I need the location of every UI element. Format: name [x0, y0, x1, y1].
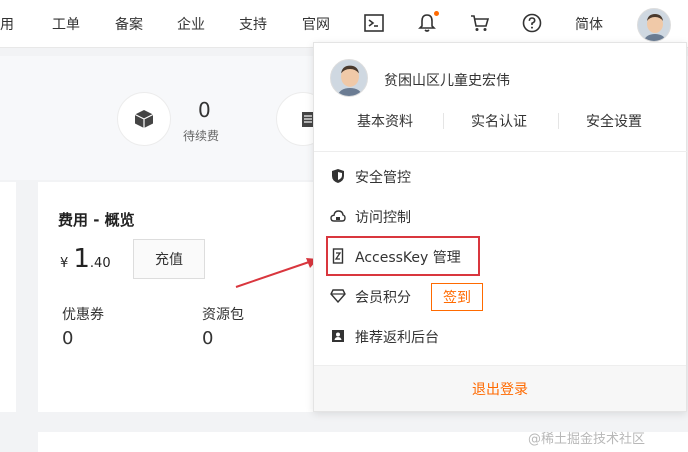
security-settings-link[interactable]: 安全设置 — [586, 111, 642, 131]
link-separator — [558, 113, 559, 129]
checkin-button[interactable]: 签到 — [431, 283, 483, 311]
logout-button[interactable]: 退出登录 — [472, 379, 528, 399]
real-name-auth-link[interactable]: 实名认证 — [471, 111, 527, 131]
dropdown-footer: 退出登录 — [314, 365, 686, 411]
diamond-icon — [330, 288, 346, 304]
menu-label: 推荐返利后台 — [355, 330, 439, 346]
referral-icon — [330, 328, 346, 344]
dropdown-divider — [314, 151, 688, 152]
menu-label: 会员积分 — [355, 290, 411, 306]
shield-icon — [330, 168, 346, 184]
menu-item-security-control[interactable]: 安全管控 — [314, 156, 688, 196]
watermark: @稀土掘金技术社区 — [528, 432, 646, 447]
cloud-lock-icon — [330, 208, 346, 224]
accesskey-highlight-box — [326, 236, 480, 276]
menu-item-member-points[interactable]: 会员积分 — [314, 276, 688, 316]
menu-item-access-control[interactable]: 访问控制 — [314, 196, 688, 236]
menu-label: 访问控制 — [355, 210, 411, 226]
menu-item-referral[interactable]: 推荐返利后台 — [314, 316, 688, 356]
link-separator — [443, 113, 444, 129]
account-links: 基本资料 实名认证 安全设置 — [314, 105, 688, 135]
user-dropdown-menu: 贫困山区儿童史宏伟 基本资料 实名认证 安全设置 安全管控 访问控制 Acces… — [313, 42, 688, 412]
dropdown-avatar — [330, 59, 368, 97]
basic-info-link[interactable]: 基本资料 — [357, 111, 413, 131]
dropdown-username: 贫困山区儿童史宏伟 — [384, 73, 510, 89]
menu-label: 安全管控 — [355, 170, 411, 186]
